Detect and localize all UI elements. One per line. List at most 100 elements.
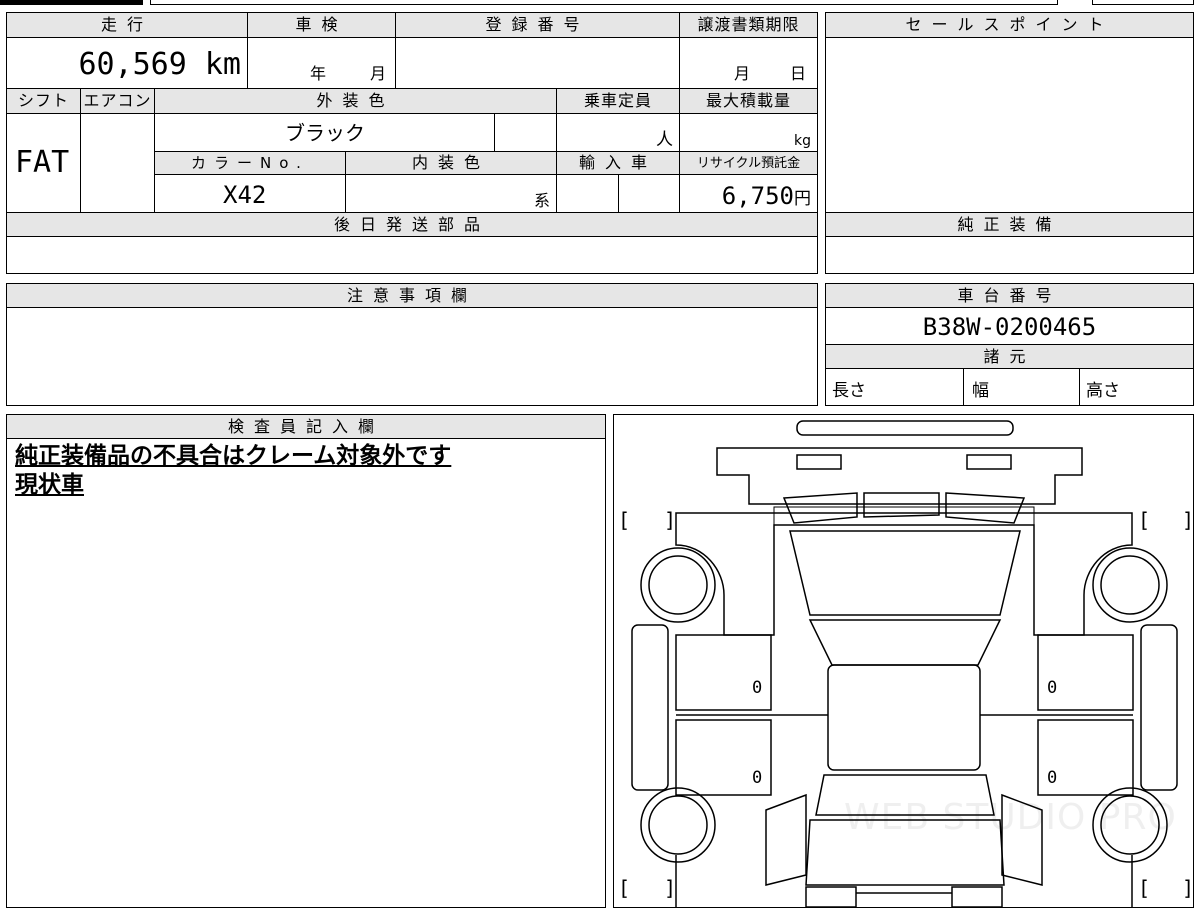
transfer-month-unit: 月 [734, 64, 751, 83]
windshield [789, 530, 1021, 616]
notes-cell [6, 307, 818, 406]
color-no-value: X42 [223, 181, 267, 209]
bracket-bl: [ [618, 876, 630, 900]
wheel-rear-left [640, 787, 716, 863]
exterior-color-extra-cell [494, 113, 557, 152]
interior-color-header: 内装色 [345, 151, 557, 175]
genuine-equipment-cell [825, 236, 1194, 274]
color-no-header: カラーNo. [154, 151, 346, 175]
max-load-header: 最大積載量 [679, 88, 818, 114]
cabin-panel [827, 664, 981, 771]
notes-header: 注意事項欄 [6, 283, 818, 308]
wheel-front-left [640, 547, 716, 623]
recycle-header: リサイクル預託金 [679, 151, 818, 175]
shaken-month-unit: 月 [370, 64, 387, 83]
zero-mark-right-front: 0 [1047, 678, 1058, 698]
door-left-front [675, 634, 772, 711]
bracket-bl-close: ] [664, 876, 676, 900]
chassis-header: 車台番号 [825, 283, 1194, 308]
interior-color-unit: 系 [533, 191, 550, 210]
exterior-color-header: 外装色 [154, 88, 557, 114]
transfer-deadline-header: 譲渡書類期限 [679, 12, 818, 38]
recycle-value: 6,750円 [722, 184, 811, 208]
interior-color-cell: 系 [345, 174, 557, 213]
aircon-cell [80, 113, 155, 213]
registration-header: 登録番号 [395, 12, 680, 38]
inspector-header: 検査員記入欄 [6, 414, 606, 439]
rocker-right [1140, 624, 1178, 791]
mileage-cell: 60,569 km [6, 37, 248, 89]
shaken-header: 車検 [247, 12, 396, 38]
bracket-tr: [ [1138, 508, 1150, 532]
zero-mark-left-rear: 0 [752, 768, 763, 788]
recycle-amount: 6,750 [721, 182, 794, 210]
bumper-rear-right [951, 886, 1003, 907]
shift-value: FAT [15, 145, 70, 180]
shaken-cell: 年 月 [247, 37, 396, 89]
color-no-cell: X42 [154, 174, 346, 213]
inspector-cell: 純正装備品の不具合はクレーム対象外です 現状車 [6, 438, 606, 908]
transfer-deadline-cell: 月 日 [679, 37, 818, 89]
chassis-value: B38W-0200465 [922, 313, 1097, 341]
wheel-front-right [1092, 547, 1168, 623]
bracket-tl-close: ] [664, 508, 676, 532]
top-dark-bar [0, 0, 143, 5]
width-label: 幅 [972, 381, 989, 401]
wheel-rear-left-inner [648, 795, 708, 855]
capacity-unit: 人 [656, 130, 673, 150]
top-strip-right [1092, 0, 1194, 5]
length-cell: 長さ [825, 368, 964, 406]
zero-mark-left-front: 0 [752, 678, 763, 698]
bumper-rear-left [805, 886, 857, 907]
height-label: 高さ [1086, 381, 1120, 401]
zero-mark-right-rear: 0 [1047, 768, 1058, 788]
exterior-color-cell: ブラック [154, 113, 495, 152]
watermark: WEB STUDIO PRO [844, 797, 1177, 838]
shaken-year-unit: 年 [310, 64, 327, 83]
shift-header: シフト [6, 88, 81, 114]
length-label: 長さ [832, 381, 866, 401]
recycle-unit: 円 [794, 189, 811, 209]
door-right-front [1037, 634, 1134, 711]
exterior-color-value: ブラック [285, 121, 365, 145]
bracket-tr-close: ] [1182, 508, 1194, 532]
wheel-front-left-inner [648, 555, 708, 615]
inspector-note-2: 現状車 [15, 472, 84, 498]
recycle-cell: 6,750円 [679, 174, 818, 213]
capacity-cell: 人 [556, 113, 680, 152]
max-load-cell: kg [679, 113, 818, 152]
import-cell-b [618, 174, 680, 213]
light-left [782, 492, 858, 524]
inspector-note-1: 純正装備品の不具合はクレーム対象外です [15, 443, 452, 469]
quarter-left [765, 793, 807, 886]
later-parts-cell [6, 236, 818, 274]
sales-point-cell [825, 37, 1194, 213]
capacity-header: 乗車定員 [556, 88, 680, 114]
chassis-cell: B38W-0200465 [825, 307, 1194, 345]
roof [808, 619, 1002, 666]
rocker-left [631, 624, 669, 791]
top-strip-shape [796, 420, 1014, 436]
genuine-equipment-header: 純正装備 [825, 212, 1194, 237]
registration-cell [395, 37, 680, 89]
hood-box-right [966, 454, 1012, 470]
import-header: 輸入車 [556, 151, 680, 175]
bracket-br-close: ] [1182, 876, 1194, 900]
mileage-value: 60,569 km [78, 47, 241, 82]
later-parts-header: 後日発送部品 [6, 212, 818, 237]
mileage-header: 走行 [6, 12, 248, 38]
import-cell-a [556, 174, 619, 213]
transfer-day-unit: 日 [790, 64, 807, 83]
light-right [945, 492, 1026, 524]
bracket-tl: [ [618, 508, 630, 532]
hood-outline [716, 447, 1083, 505]
car-diagram-panel: [ ] [ ] [ ] [ ] 0 0 0 0 WEB STUDIO PRO [613, 414, 1194, 908]
bracket-br: [ [1138, 876, 1150, 900]
height-cell: 高さ [1079, 368, 1194, 406]
wheel-front-right-inner [1100, 555, 1160, 615]
shift-cell: FAT [6, 113, 81, 213]
max-load-unit: kg [794, 133, 811, 149]
hood-box-left [796, 454, 842, 470]
specs-header: 諸元 [825, 344, 1194, 369]
sales-point-header: セールスポイント [825, 12, 1194, 38]
